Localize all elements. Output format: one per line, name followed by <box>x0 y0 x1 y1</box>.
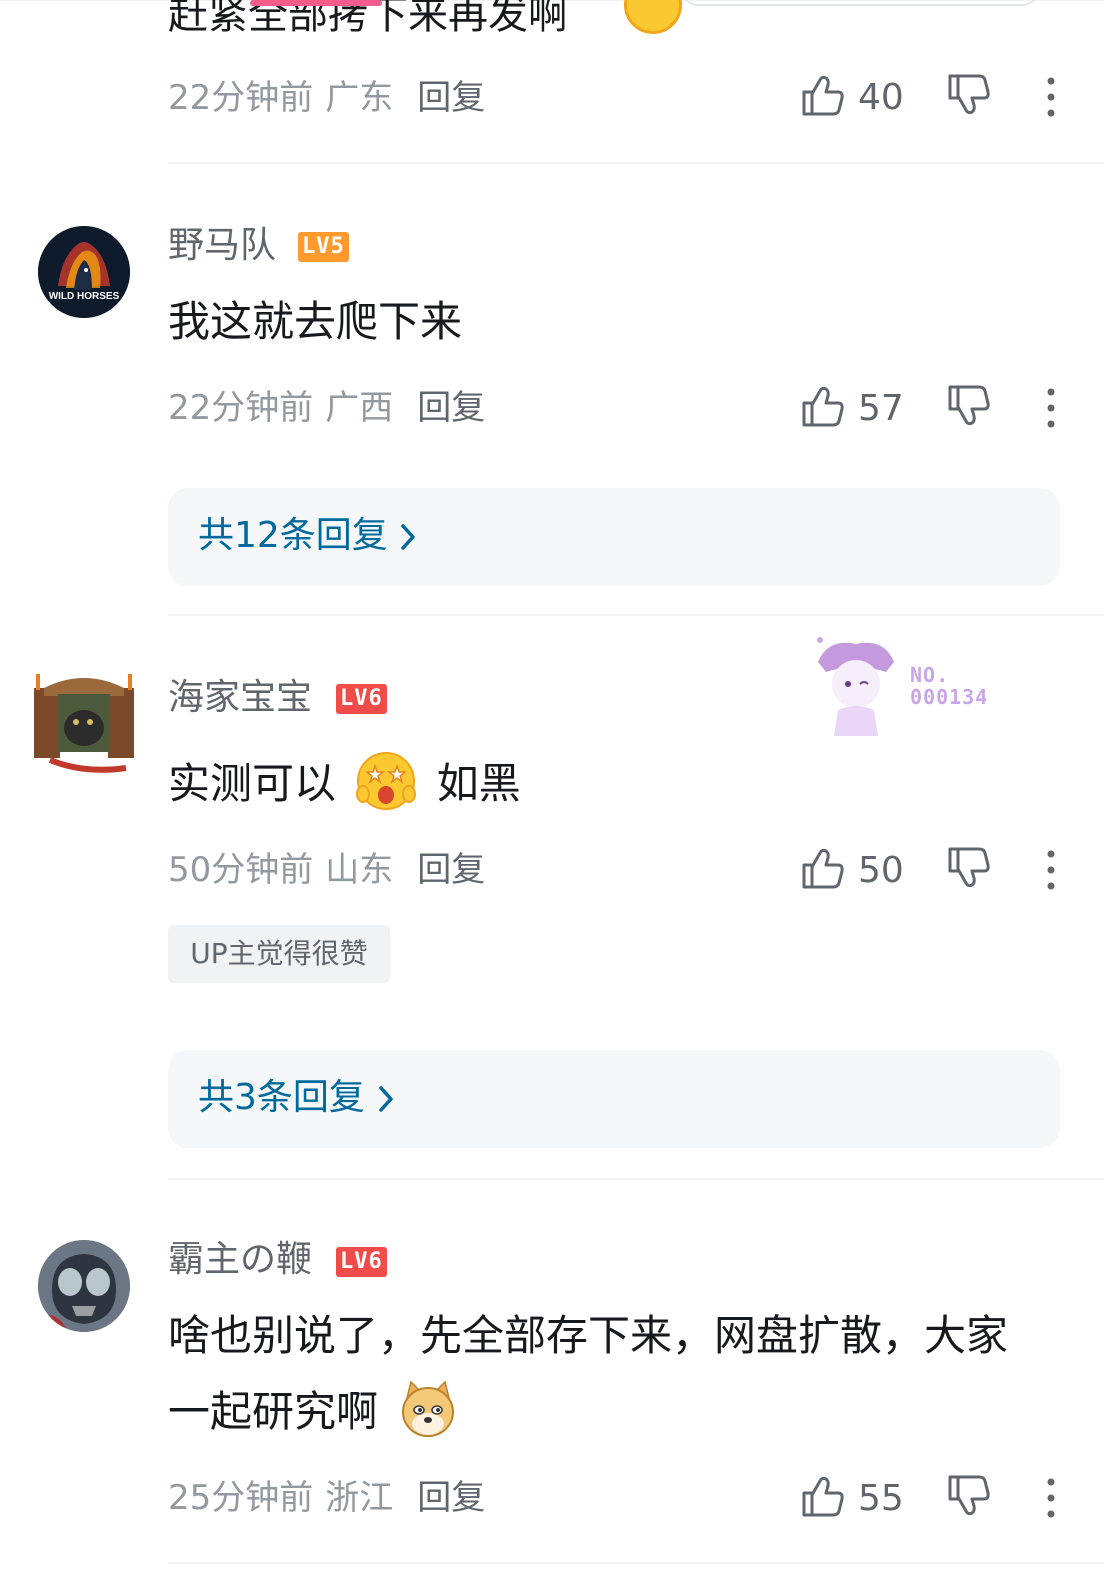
comment-location: 广东 <box>325 78 394 118</box>
thumbs-down-icon <box>948 74 990 115</box>
thumbs-up-icon <box>802 75 844 116</box>
more-options-button[interactable] <box>1034 845 1068 895</box>
comment-divider <box>168 162 1104 164</box>
reply-button[interactable]: 回复 <box>417 388 485 428</box>
comment-content: 实测可以 如黑 <box>168 746 521 822</box>
dislike-button[interactable] <box>946 845 996 895</box>
comment-time: 50分钟前 <box>168 850 314 890</box>
reply-button[interactable]: 回复 <box>417 78 485 118</box>
avatar[interactable] <box>38 1240 130 1332</box>
username[interactable]: 海家宝宝 <box>168 676 312 720</box>
like-count: 50 <box>858 850 904 891</box>
reply-button[interactable]: 回复 <box>417 850 485 890</box>
comment-divider <box>168 1178 1104 1180</box>
like-button[interactable]: 57 <box>800 383 910 433</box>
search-bar-edge[interactable] <box>680 0 1040 6</box>
svg-text:WILD HORSES: WILD HORSES <box>49 291 120 302</box>
more-vertical-icon <box>1047 388 1055 428</box>
thumbs-up-icon <box>802 1476 844 1517</box>
active-tab-indicator <box>250 0 382 6</box>
more-options-button[interactable] <box>1034 383 1068 433</box>
dislike-button[interactable] <box>946 1473 996 1523</box>
more-vertical-icon <box>1047 77 1055 117</box>
level-badge: LV5 <box>298 232 349 262</box>
thumbs-up-icon <box>802 848 844 889</box>
reply-button[interactable]: 回复 <box>417 1478 485 1518</box>
thumbs-down-icon <box>948 385 990 426</box>
like-button[interactable]: 40 <box>800 72 910 122</box>
masked-rider-avatar-icon <box>38 1240 130 1332</box>
comment-text: 一起研究啊 <box>168 1387 379 1436</box>
replies-count-label: 共3条回复 <box>198 1077 365 1118</box>
comment-content-partial: 赶紧全部拷下来再发啊 <box>168 0 568 38</box>
comment-location: 浙江 <box>325 1478 394 1518</box>
cat-door-avatar-icon <box>34 674 134 773</box>
chevron-right-icon <box>379 1086 393 1112</box>
thumbs-down-icon <box>948 847 990 888</box>
comment-meta: 22分钟前 广西 回复 <box>168 386 485 430</box>
username[interactable]: 野马队 <box>168 224 276 268</box>
comment-location: 广西 <box>325 388 394 428</box>
comment-divider <box>168 1562 1104 1564</box>
like-button[interactable]: 50 <box>800 845 910 895</box>
laugh-emoji-icon <box>624 0 682 34</box>
kuromi-badge-icon <box>817 637 894 736</box>
like-button[interactable]: 55 <box>800 1473 910 1523</box>
level-badge: LV6 <box>336 684 387 714</box>
like-count: 55 <box>858 1478 904 1519</box>
badge-number: NO. 000134 <box>910 663 989 709</box>
comment-content: 我这就去爬下来 <box>168 297 463 346</box>
dislike-button[interactable] <box>946 72 996 122</box>
comment-content-line2: 一起研究啊 <box>168 1374 459 1450</box>
level-badge: LV6 <box>336 1247 387 1277</box>
chevron-right-icon <box>401 524 415 550</box>
more-options-button[interactable] <box>1034 72 1068 122</box>
view-replies-button[interactable]: 共12条回复 <box>168 488 1060 586</box>
replies-count-label: 共12条回复 <box>198 515 388 556</box>
username[interactable]: 霸主の鞭 <box>168 1238 312 1282</box>
comment-location: 山东 <box>325 850 394 890</box>
comment-text: 实测可以 <box>168 759 337 808</box>
like-count: 40 <box>858 77 904 118</box>
fan-badge-card: NO. 000134 <box>808 632 1008 742</box>
thumbs-down-icon <box>948 1475 990 1516</box>
up-liked-tag: UP主觉得很赞 <box>168 925 390 983</box>
more-options-button[interactable] <box>1034 1473 1068 1523</box>
dislike-button[interactable] <box>946 383 996 433</box>
more-vertical-icon <box>1047 1478 1055 1518</box>
avatar[interactable] <box>30 668 138 780</box>
thumbs-up-icon <box>802 386 844 427</box>
view-replies-button[interactable]: 共3条回复 <box>168 1050 1060 1148</box>
comment-meta: 25分钟前 浙江 回复 <box>168 1476 485 1520</box>
comment-content-line1: 啥也别说了，先全部存下来，网盘扩散，大家 <box>168 1311 1009 1360</box>
comment-time: 25分钟前 <box>168 1478 314 1518</box>
comment-meta: 50分钟前 山东 回复 <box>168 848 485 892</box>
comment-divider <box>168 614 1104 616</box>
doge-emoji-icon <box>402 1380 455 1437</box>
comment-text: 如黑 <box>436 759 521 808</box>
wild-horses-logo-icon: WILD HORSES <box>38 226 130 318</box>
comment-time: 22分钟前 <box>168 78 314 118</box>
star-eyes-emoji-icon <box>356 752 417 810</box>
more-vertical-icon <box>1047 850 1055 890</box>
comment-meta-partial: 22分钟前 广东 回复 <box>168 76 485 120</box>
like-count: 57 <box>858 388 904 429</box>
avatar[interactable]: WILD HORSES <box>38 226 130 318</box>
comment-time: 22分钟前 <box>168 388 314 428</box>
